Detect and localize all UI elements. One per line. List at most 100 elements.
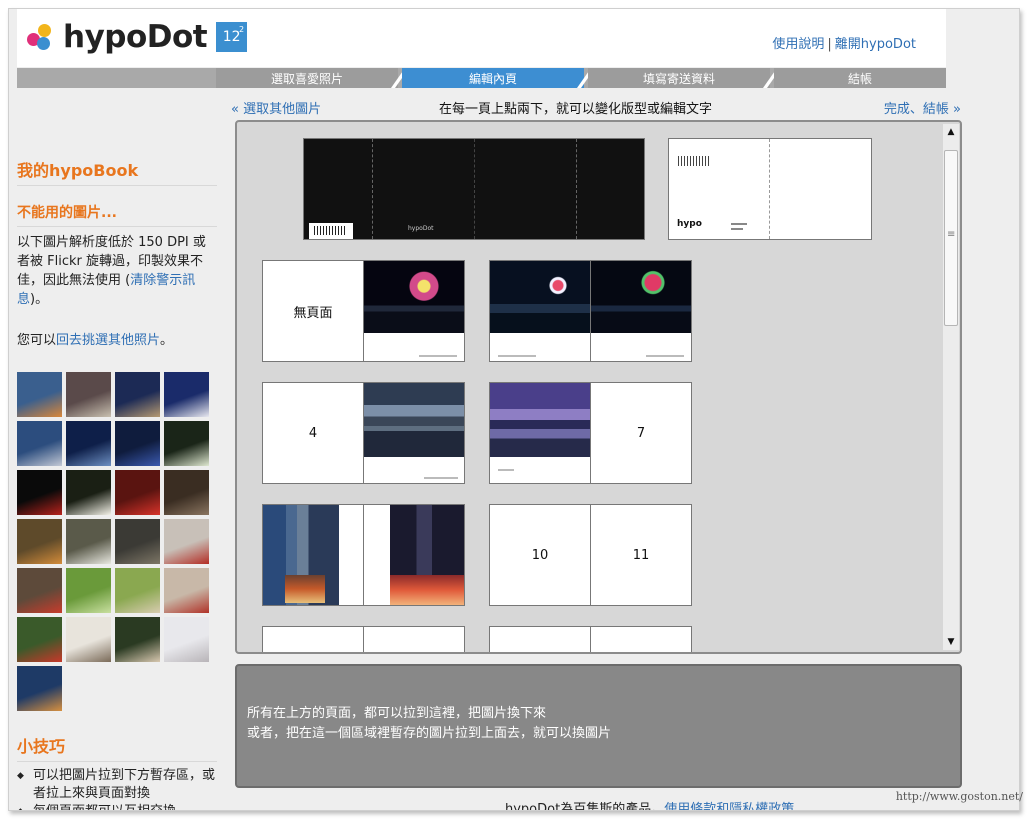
unusable-photo-thumb[interactable] xyxy=(164,568,209,613)
unusable-photo-thumb[interactable] xyxy=(17,568,62,613)
page-12[interactable] xyxy=(262,626,364,652)
back-cover-fold xyxy=(769,139,770,239)
unusable-photo-thumb[interactable] xyxy=(164,372,209,417)
editor-scrollbar[interactable]: ▲ ▼ xyxy=(943,124,959,650)
link-separator: | xyxy=(827,37,832,52)
unusable-photo-thumb[interactable] xyxy=(66,470,111,515)
cover-brand-mark: hypoDot xyxy=(408,225,434,232)
step-edit-pages[interactable]: 編輯內頁 xyxy=(402,68,584,88)
staging-instruction-1: 所有在上方的頁面，都可以拉到這裡，把圖片換下來 xyxy=(247,706,547,721)
page-9[interactable] xyxy=(363,504,465,606)
page-14[interactable] xyxy=(489,626,591,652)
unusable-photo-thumb[interactable] xyxy=(17,519,62,564)
unusable-photo-thumb[interactable] xyxy=(66,568,111,613)
unusable-photo-thumb[interactable] xyxy=(17,470,62,515)
page-10[interactable]: 10 xyxy=(489,504,591,606)
terms-privacy-link[interactable]: 使用條款和隱私權政策 xyxy=(664,802,794,810)
unusable-photo-thumb[interactable] xyxy=(115,372,160,417)
left-sidebar: 我的hypoBook 不能用的圖片... 以下圖片解析度低於 150 DPI 或… xyxy=(17,104,217,810)
leave-link[interactable]: 離開hypoDot xyxy=(835,37,916,52)
tip-item: 每個頁面都可以互相交換 xyxy=(17,803,217,810)
unusable-photo-thumb[interactable] xyxy=(17,421,62,466)
my-hypobook-title: 我的hypoBook xyxy=(17,157,217,186)
unusable-end: )。 xyxy=(30,292,49,307)
scroll-down-arrow-icon[interactable]: ▼ xyxy=(943,634,959,650)
unusable-photo-thumb[interactable] xyxy=(66,519,111,564)
scroll-thumb[interactable] xyxy=(944,150,958,326)
back-select-photos-link[interactable]: « 選取其他圖片 xyxy=(231,98,321,117)
page-15[interactable] xyxy=(590,626,692,652)
editor-subbar: « 選取其他圖片 在每一頁上點兩下，就可以變化版型或編輯文字 完成、結帳 » xyxy=(231,96,961,117)
back-cover-text xyxy=(731,228,743,230)
pick-other-text: 您可以回去挑選其他照片。 xyxy=(17,331,217,350)
unusable-photo-thumb[interactable] xyxy=(115,421,160,466)
page-caption xyxy=(646,355,684,357)
staging-area[interactable]: 所有在上方的頁面，都可以拉到這裡，把圖片換下來 或者，把在這一個區域裡暫存的圖片… xyxy=(235,664,962,788)
editor-hint: 在每一頁上點兩下，就可以變化版型或編輯文字 xyxy=(439,102,713,117)
unusable-photo-thumb[interactable] xyxy=(164,470,209,515)
page-7[interactable]: 7 xyxy=(590,382,692,484)
unusable-photo-thumb[interactable] xyxy=(17,666,62,711)
unusable-photo-thumb[interactable] xyxy=(115,519,160,564)
page-number: 4 xyxy=(308,425,318,441)
cover-spread[interactable]: hypoDot xyxy=(303,138,645,240)
page-caption xyxy=(498,355,536,357)
step-label: 結帳 xyxy=(847,71,872,86)
step-label: 填寫寄送資料 xyxy=(642,71,715,86)
scroll-up-arrow-icon[interactable]: ▲ xyxy=(943,124,959,140)
page-5[interactable] xyxy=(363,382,465,484)
page-fireworks-1[interactable] xyxy=(363,260,465,362)
back-cover-spread[interactable]: hypo xyxy=(668,138,872,240)
staging-instruction-2: 或者，把在這一個區域裡暫存的圖片拉到上面去，就可以換圖片 xyxy=(247,726,612,741)
page-photo xyxy=(591,261,691,333)
page-editor-canvas[interactable]: hypoDot hypo 無頁面 4 7 10 11 ▲ ≡ ▼ xyxy=(235,120,962,654)
back-cover-text xyxy=(731,223,747,225)
unusable-photo-thumb[interactable] xyxy=(115,617,160,662)
help-link[interactable]: 使用說明 xyxy=(772,37,824,52)
unusable-photo-thumb[interactable] xyxy=(164,617,209,662)
page-8[interactable] xyxy=(262,504,364,606)
badge-number: 12 xyxy=(222,29,241,45)
page-13[interactable] xyxy=(363,626,465,652)
step-select-photos[interactable]: 選取喜愛照片 xyxy=(216,68,398,88)
unusable-photo-thumb[interactable] xyxy=(17,617,62,662)
unusable-photo-thumb[interactable] xyxy=(164,519,209,564)
step-bar-lead xyxy=(17,68,216,88)
unusable-photo-grid xyxy=(17,372,217,711)
brand-name: hypoDot xyxy=(63,19,208,55)
page-caption xyxy=(419,355,457,357)
unusable-photo-thumb[interactable] xyxy=(66,372,111,417)
unusable-photo-thumb[interactable] xyxy=(66,421,111,466)
unusable-photo-thumb[interactable] xyxy=(115,470,160,515)
step-checkout[interactable]: 結帳 xyxy=(774,68,946,88)
unusable-description: 以下圖片解析度低於 150 DPI 或者被 Flickr 旋轉過，印製效果不佳，… xyxy=(17,233,217,309)
unusable-photo-thumb[interactable] xyxy=(17,372,62,417)
unusable-photo-thumb[interactable] xyxy=(164,421,209,466)
pick-other-photos-link[interactable]: 回去挑選其他照片 xyxy=(56,333,160,348)
finish-checkout-link[interactable]: 完成、結帳 » xyxy=(884,98,961,117)
step-progress-bar: 選取喜愛照片 編輯內頁 填寫寄送資料 結帳 xyxy=(17,68,946,88)
no-page-label: 無頁面 xyxy=(293,305,333,321)
page-fireworks-3[interactable] xyxy=(590,260,692,362)
page-caption xyxy=(424,477,458,479)
page-4[interactable]: 4 xyxy=(262,382,364,484)
step-shipping-info[interactable]: 填寫寄送資料 xyxy=(588,68,770,88)
logo[interactable]: hypoDot 12 2 xyxy=(27,19,248,55)
step-label: 選取喜愛照片 xyxy=(270,71,343,86)
page-photo xyxy=(364,261,464,333)
step-label: 編輯內頁 xyxy=(468,71,517,86)
unusable-photo-thumb[interactable] xyxy=(66,617,111,662)
pick-prefix: 您可以 xyxy=(17,333,57,348)
barcode-icon xyxy=(309,223,353,239)
page-6[interactable] xyxy=(489,382,591,484)
cover-fold-line xyxy=(576,139,577,239)
page-caption xyxy=(498,469,514,471)
footer-text: hypoDot為百集斯的產品。 xyxy=(505,802,665,811)
page-blank[interactable]: 無頁面 xyxy=(262,260,364,362)
page-11[interactable]: 11 xyxy=(590,504,692,606)
back-cover-brand: hypo xyxy=(677,219,702,229)
unusable-photo-thumb[interactable] xyxy=(115,568,160,613)
page-photo xyxy=(490,261,590,333)
browser-frame: hypoDot 12 2 使用說明 | 離開hypoDot 選取喜愛照片 編輯內頁 … xyxy=(8,8,1020,811)
page-fireworks-2[interactable] xyxy=(489,260,591,362)
